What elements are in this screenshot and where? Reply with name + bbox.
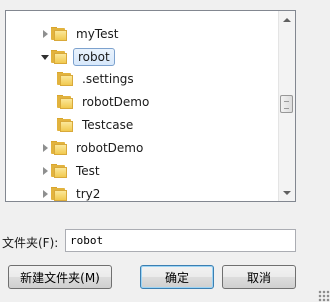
resize-grip-icon[interactable]: [318, 290, 330, 302]
vertical-scrollbar[interactable]: [278, 11, 295, 201]
tree-item-label: Testcase: [82, 118, 134, 132]
folder-icon: [51, 164, 67, 178]
folder-icon: [51, 141, 67, 155]
ok-button[interactable]: 确定: [140, 265, 214, 289]
folder-icon: [51, 27, 67, 41]
folder-field-label: 文件夹(F):: [2, 236, 59, 250]
tree-item-mytest[interactable]: myTest: [39, 23, 121, 45]
tree-item-label: robot: [73, 48, 115, 66]
expand-arrow-icon[interactable]: [39, 160, 51, 182]
tree-item-test[interactable]: Test: [39, 160, 103, 182]
tree-item-label: robotDemo: [82, 95, 150, 109]
dialog-top-edge: [0, 0, 330, 10]
tree-item-testcase[interactable]: Testcase: [57, 114, 136, 136]
folder-icon: [57, 118, 73, 132]
tree-item-try2[interactable]: try2: [39, 183, 103, 201]
up-arrow-icon: [283, 17, 291, 22]
tree-item-robotdemo-child[interactable]: robotDemo: [57, 91, 152, 113]
down-arrow-icon: [283, 190, 291, 195]
tree-item-settings[interactable]: .settings: [57, 68, 137, 90]
folder-tree[interactable]: myTest robot .settings robotDemo Testcas…: [5, 10, 296, 202]
tree-item-label: try2: [76, 187, 101, 201]
collapse-arrow-icon[interactable]: [39, 46, 51, 68]
expand-arrow-icon[interactable]: [39, 23, 51, 45]
folder-icon: [51, 50, 67, 64]
folder-name-input[interactable]: robot: [65, 229, 296, 252]
tree-item-label: .settings: [82, 72, 134, 86]
cancel-button[interactable]: 取消: [222, 265, 296, 289]
tree-item-robot[interactable]: robot: [39, 46, 115, 68]
scrollbar-thumb[interactable]: [280, 95, 293, 113]
scroll-up-button[interactable]: [279, 11, 295, 28]
tree-item-label: myTest: [76, 27, 119, 41]
expand-arrow-icon[interactable]: [39, 137, 51, 159]
folder-icon: [57, 72, 73, 86]
tree-item-label: robotDemo: [76, 141, 144, 155]
tree-item-robotdemo[interactable]: robotDemo: [39, 137, 146, 159]
expand-arrow-icon[interactable]: [39, 183, 51, 201]
folder-icon: [57, 95, 73, 109]
scroll-down-button[interactable]: [279, 184, 295, 201]
tree-item-label: Test: [76, 164, 100, 178]
folder-icon: [51, 187, 67, 201]
new-folder-button[interactable]: 新建文件夹(M): [8, 265, 112, 289]
